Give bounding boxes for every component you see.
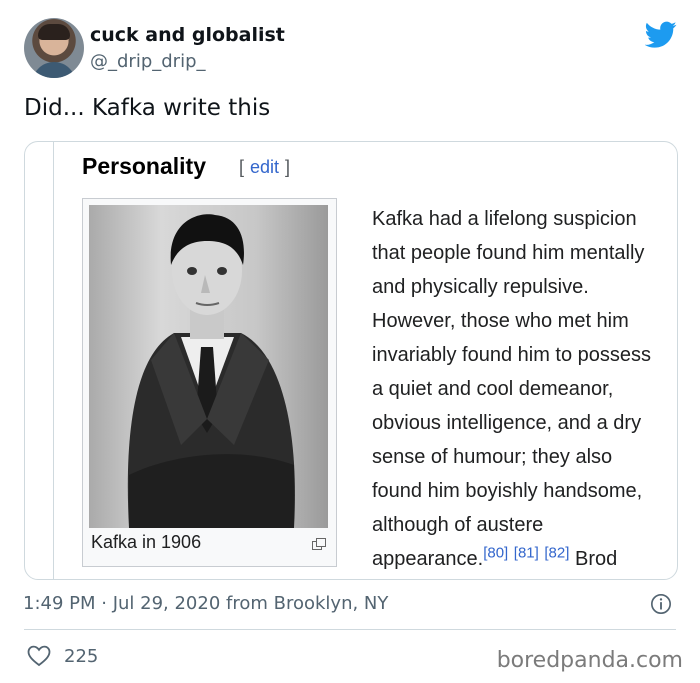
section-title: Personality <box>82 153 206 179</box>
twitter-bird-icon <box>645 21 677 48</box>
wikipedia-screenshot[interactable]: Personality [edit] Kafka in 1906 Kafka h… <box>24 141 678 580</box>
kafka-photo[interactable] <box>89 205 328 528</box>
body-line: found him boyishly handsome, <box>372 480 643 502</box>
body-line: although of austere <box>372 514 544 536</box>
portrait-illustration <box>127 214 295 528</box>
enlarge-icon[interactable] <box>312 538 326 550</box>
like-count: 225 <box>64 646 99 667</box>
body-line: sense of humour; they also <box>372 446 613 468</box>
body-line: Kafka had a lifelong suspicion <box>372 208 637 230</box>
wiki-body-text: Kafka had a lifelong suspicion that peop… <box>372 202 677 576</box>
body-line: appearance. <box>372 548 484 570</box>
author-handle[interactable]: @_drip_drip_ <box>90 51 206 72</box>
citation-link[interactable]: [82] <box>544 544 569 561</box>
heart-icon[interactable] <box>27 645 51 667</box>
image-caption: Kafka in 1906 <box>91 532 202 552</box>
tweet-timestamp[interactable]: 1:49 PM · Jul 29, 2020 from Brooklyn, NY <box>23 593 388 614</box>
avatar-hair <box>38 24 70 40</box>
edit-link[interactable]: edit <box>244 157 285 177</box>
image-figure: Kafka in 1906 <box>82 198 337 567</box>
divider <box>24 629 676 630</box>
author-name[interactable]: cuck and globalist <box>90 24 285 46</box>
body-line: obvious intelligence, and a dry <box>372 412 642 434</box>
watermark: boredpanda.com <box>496 648 683 673</box>
citation-link[interactable]: [81] <box>514 544 539 561</box>
edit-link-group: [edit] <box>239 157 290 178</box>
body-trailing-word: Brod <box>574 548 618 570</box>
body-line: invariably found him to possess <box>372 344 652 366</box>
body-line: a quiet and cool demeanor, <box>372 378 614 400</box>
body-line: However, those who met him <box>372 310 629 332</box>
body-last-line: appearance.[80] [81] [82] Brod <box>372 542 677 576</box>
citation-link[interactable]: [80] <box>483 544 508 561</box>
wiki-content: Personality [edit] Kafka in 1906 Kafka h… <box>53 142 677 579</box>
body-line: that people found him mentally <box>372 242 645 264</box>
edit-bracket-close: ] <box>285 157 291 177</box>
body-line: and physically repulsive. <box>372 276 589 298</box>
avatar-shirt <box>32 62 76 78</box>
avatar[interactable] <box>24 18 84 78</box>
tweet-text: Did... Kafka write this <box>24 95 271 121</box>
info-icon[interactable] <box>650 593 672 615</box>
